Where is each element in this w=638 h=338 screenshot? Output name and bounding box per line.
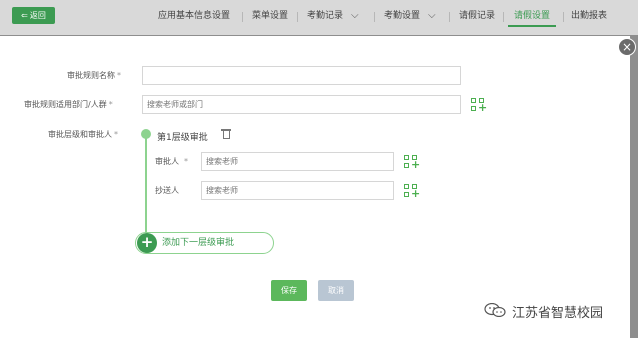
add-member-grid-icon[interactable]: +	[471, 98, 487, 113]
tab-label: 考勤设置	[384, 11, 421, 21]
plus-circle-icon: +	[137, 233, 157, 253]
tab-attendance-report[interactable]: 出勤报表	[571, 9, 607, 27]
add-approver-grid-icon[interactable]: +	[404, 155, 420, 170]
tab-divider	[297, 12, 298, 22]
cc-label: 抄送人	[155, 186, 179, 195]
tab-label: 出勤报表	[571, 11, 608, 21]
top-navigation-bar: ⇐ 返回 应用基本信息设置 菜单设置 考勤记录 ⌵ 考勤设置 ⌵ 请假记录 请假设置 …	[0, 0, 638, 35]
back-button[interactable]: ⇐ 返回	[12, 7, 55, 24]
tab-app-basic-settings[interactable]: 应用基本信息设置	[158, 9, 230, 27]
level-1-title: 第1层级审批	[157, 133, 208, 143]
add-next-level-label: 添加下一层级审批	[162, 238, 235, 248]
arrow-left-icon: ⇐	[21, 11, 28, 20]
tab-divider	[563, 12, 564, 22]
add-cc-grid-icon[interactable]: +	[404, 184, 420, 199]
rule-scope-label: 审批规则适用部门/人群 *	[24, 100, 113, 109]
approver-label: 审批人 *	[155, 157, 188, 166]
tab-menu-settings[interactable]: 菜单设置	[252, 9, 288, 27]
trash-icon[interactable]	[221, 128, 231, 140]
tab-attendance-records[interactable]: 考勤记录 ⌵	[307, 9, 359, 27]
tab-leave-settings[interactable]: 请假设置	[508, 9, 557, 27]
approval-levels-label: 审批层级和审批人 *	[48, 130, 118, 139]
close-dialog-button[interactable]: ×	[618, 38, 636, 56]
close-icon: ×	[621, 40, 633, 54]
level-connector-line	[145, 136, 147, 238]
back-button-label: 返回	[29, 11, 46, 20]
add-next-level-button[interactable]: + 添加下一层级审批	[135, 232, 274, 254]
chevron-down-icon: ⌵	[428, 10, 436, 21]
tab-attendance-settings[interactable]: 考勤设置 ⌵	[384, 9, 436, 27]
cancel-button[interactable]: 取消	[318, 280, 354, 301]
rule-scope-search-input[interactable]	[142, 95, 461, 114]
tab-label: 应用基本信息设置	[158, 11, 231, 21]
tab-label: 考勤记录	[307, 11, 344, 21]
wechat-logo-icon	[484, 303, 506, 317]
save-button[interactable]: 保存	[271, 280, 307, 301]
tab-label: 请假记录	[459, 11, 496, 21]
chevron-down-icon: ⌵	[351, 10, 359, 21]
tab-divider	[242, 12, 243, 22]
rule-name-input[interactable]	[142, 66, 461, 85]
cc-search-input[interactable]	[201, 181, 394, 200]
rule-name-label: 审批规则名称 *	[67, 71, 121, 80]
tab-divider	[374, 12, 375, 22]
tab-leave-records[interactable]: 请假记录	[459, 9, 495, 27]
watermark-text: 江苏省智慧校园	[512, 306, 604, 321]
tab-divider	[449, 12, 450, 22]
approver-search-input[interactable]	[201, 152, 394, 171]
tab-divider	[503, 12, 504, 22]
tab-label: 菜单设置	[252, 11, 289, 21]
tab-label: 请假设置	[514, 11, 551, 21]
